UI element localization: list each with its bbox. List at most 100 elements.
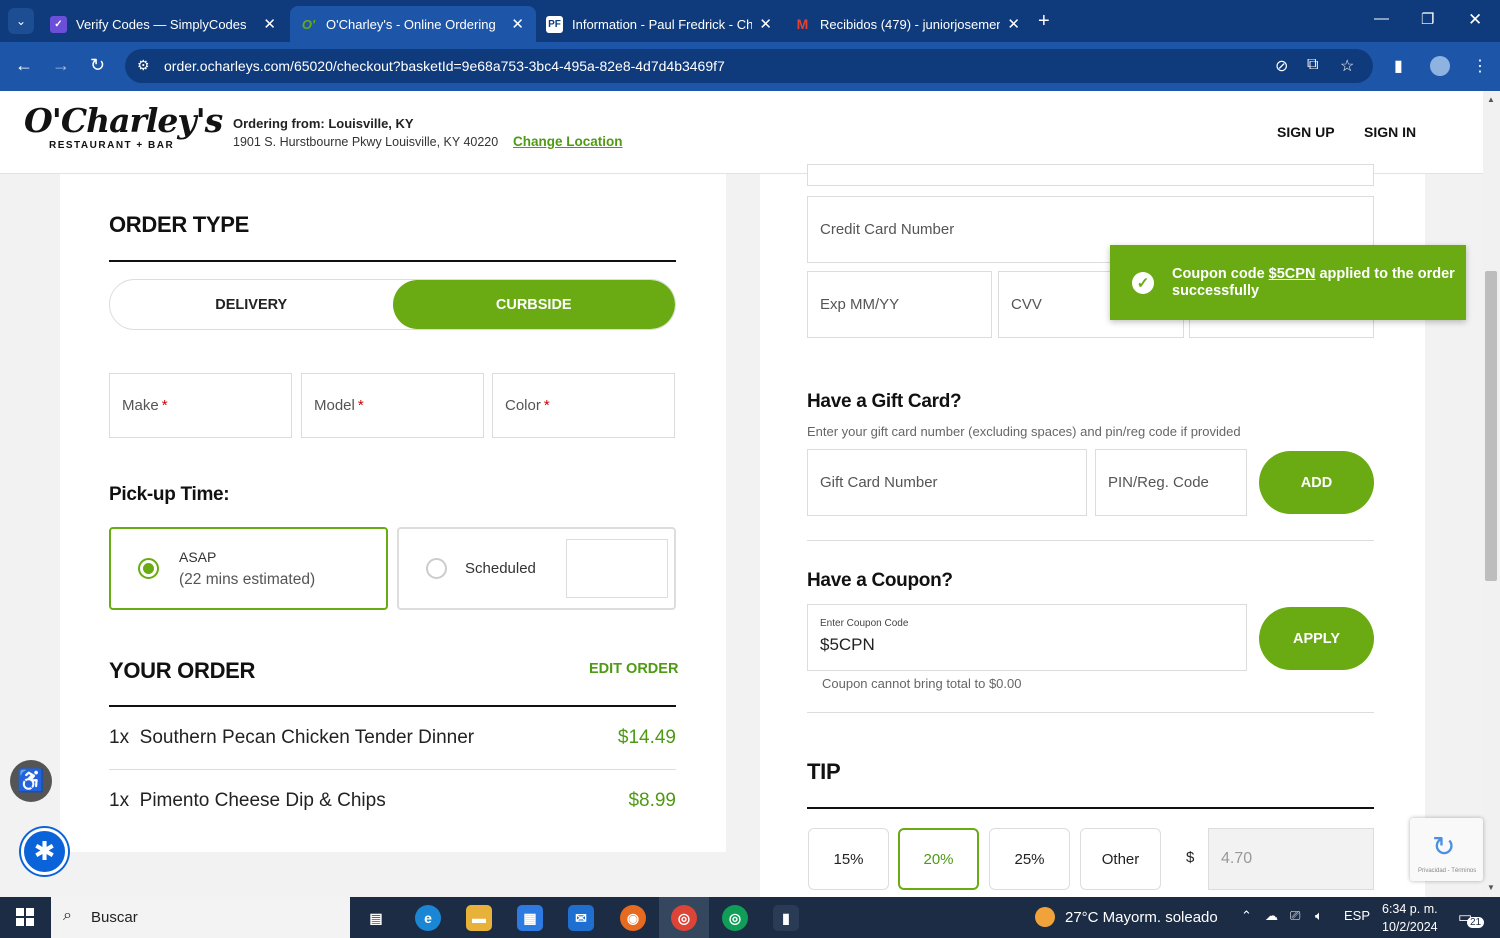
gift-card-pin-field[interactable]: PIN/Reg. Code <box>1095 449 1247 516</box>
onedrive-icon[interactable]: ☁ <box>1265 908 1278 924</box>
windows-start-icon[interactable] <box>16 908 34 926</box>
ocharleys-icon: O' <box>301 16 316 32</box>
reload-icon[interactable]: ↻ <box>90 55 105 76</box>
new-tab-icon[interactable]: + <box>1038 10 1050 33</box>
scroll-down-icon[interactable]: ▼ <box>1487 883 1495 892</box>
change-location-link[interactable]: Change Location <box>513 134 623 149</box>
your-order-title: YOUR ORDER <box>109 658 256 683</box>
app-icon[interactable]: ▮ <box>773 905 799 931</box>
language-indicator[interactable]: ESP <box>1344 908 1370 923</box>
scheduled-time-select[interactable] <box>566 539 668 598</box>
url-text: order.ocharleys.com/65020/checkout?baske… <box>164 58 725 74</box>
gift-card-title: Have a Gift Card? <box>807 391 962 412</box>
bookmark-star-icon[interactable]: ☆ <box>1340 56 1354 76</box>
exp-field[interactable]: Exp MM/YY <box>807 271 992 338</box>
pf-icon: PF <box>546 15 563 33</box>
make-placeholder: Make <box>122 397 159 414</box>
tray-chevron-icon[interactable]: ⌃ <box>1241 908 1252 924</box>
accessibility-widget-icon[interactable]: ♿ <box>10 760 52 802</box>
clock-date: 10/2/2024 <box>1382 920 1438 934</box>
chrome-icon[interactable]: ◎ <box>671 905 697 931</box>
apply-coupon-button[interactable]: APPLY <box>1259 607 1374 670</box>
gift-card-number-field[interactable]: Gift Card Number <box>807 449 1087 516</box>
edit-order-link[interactable]: EDIT ORDER <box>589 661 678 677</box>
tip-25-button[interactable]: 25% <box>989 828 1070 890</box>
side-panel-icon[interactable]: ▮ <box>1394 56 1403 76</box>
close-window-icon[interactable]: ✕ <box>1468 10 1482 30</box>
add-gift-card-button[interactable]: ADD <box>1259 451 1374 514</box>
previous-field[interactable] <box>807 164 1374 186</box>
ordering-from: Ordering from: Louisville, KY <box>233 116 414 131</box>
coupon-code-field[interactable]: Enter Coupon Code $5CPN <box>807 604 1247 671</box>
restore-icon[interactable]: ❐ <box>1421 10 1434 28</box>
menu-dots-icon[interactable]: ⋮ <box>1472 56 1488 76</box>
mail-icon[interactable]: ✉ <box>568 905 594 931</box>
tip-currency: $ <box>1186 849 1195 866</box>
close-icon[interactable]: ✕ <box>263 15 276 33</box>
url-field[interactable]: ⚙ order.ocharleys.com/65020/checkout?bas… <box>125 49 1373 83</box>
check-icon: ✓ <box>1132 272 1154 294</box>
task-view-icon[interactable]: ▤ <box>363 905 389 931</box>
asap-option[interactable]: ASAP (22 mins estimated) <box>109 527 388 610</box>
sign-in-link[interactable]: SIGN IN <box>1364 124 1416 140</box>
weather-widget[interactable]: 27°C Mayorm. soleado <box>1035 907 1218 927</box>
network-icon[interactable]: ⎚ <box>1290 908 1300 924</box>
close-icon[interactable]: ✕ <box>759 15 772 33</box>
notification-count: 21 <box>1467 917 1485 928</box>
order-item: 1x Southern Pecan Chicken Tender Dinner <box>109 727 474 749</box>
minimize-icon[interactable]: — <box>1374 10 1389 27</box>
close-icon[interactable]: ✕ <box>511 15 524 33</box>
tab-paul-fredrick[interactable]: PF Information - Paul Fredrick - Ch ✕ <box>536 6 784 42</box>
delivery-option[interactable]: DELIVERY <box>110 280 393 329</box>
tip-other-button[interactable]: Other <box>1080 828 1161 890</box>
profile-avatar[interactable] <box>1430 56 1450 76</box>
scroll-thumb[interactable] <box>1485 271 1497 581</box>
tab-search-icon[interactable]: ⌄ <box>8 8 34 34</box>
tip-20-button[interactable]: 20% <box>898 828 979 890</box>
curbside-option[interactable]: CURBSIDE <box>392 280 675 329</box>
pin-placeholder: PIN/Reg. Code <box>1108 474 1209 491</box>
coupon-value: $5CPN <box>820 635 875 654</box>
weather-sun-icon <box>1035 907 1055 927</box>
eye-off-icon[interactable]: ⊘ <box>1275 56 1288 76</box>
site-settings-icon[interactable]: ⚙ <box>137 57 150 74</box>
coupon-success-toast: ✓ Coupon code $5CPN applied to the order… <box>1110 245 1466 320</box>
close-icon[interactable]: ✕ <box>1007 15 1020 33</box>
asap-radio[interactable] <box>138 558 159 579</box>
recaptcha-icon: ↻ <box>1432 831 1456 862</box>
color-field[interactable]: Color * <box>492 373 675 438</box>
item-price: $8.99 <box>628 790 676 811</box>
scheduled-option[interactable]: Scheduled <box>397 527 676 610</box>
system-clock[interactable]: 6:34 p. m. 10/2/2024 <box>1382 900 1438 936</box>
sign-up-link[interactable]: SIGN UP <box>1277 124 1335 140</box>
accessibility-menu-icon[interactable]: ✱ <box>21 828 68 875</box>
item-name: Pimento Cheese Dip & Chips <box>139 790 386 811</box>
tab-simplycodes[interactable]: ✓ Verify Codes — SimplyCodes ✕ <box>40 6 288 42</box>
back-icon[interactable]: ← <box>15 55 33 76</box>
divider <box>109 769 676 770</box>
tip-amount-field[interactable]: 4.70 <box>1208 828 1374 890</box>
gift-card-placeholder: Gift Card Number <box>820 474 938 491</box>
recaptcha-badge[interactable]: ↻ Privacidad - Términos <box>1410 818 1483 881</box>
file-explorer-icon[interactable]: ▬ <box>466 905 492 931</box>
chrome-profile-icon[interactable]: ◎ <box>722 905 748 931</box>
firefox-icon[interactable]: ◉ <box>620 905 646 931</box>
edge-icon[interactable]: e <box>415 905 441 931</box>
tab-gmail[interactable]: M Recibidos (479) - juniorjosemen ✕ <box>784 6 1032 42</box>
store-icon[interactable]: ▦ <box>517 905 543 931</box>
divider <box>807 807 1374 809</box>
make-field[interactable]: Make * <box>109 373 292 438</box>
volume-icon[interactable]: 🔈︎ <box>1315 908 1323 924</box>
ocharleys-logo[interactable]: O'Charley's RESTAURANT + BAR <box>24 101 223 151</box>
exp-placeholder: Exp MM/YY <box>820 296 900 313</box>
page-scrollbar[interactable]: ▲ ▼ <box>1483 91 1500 897</box>
tab-ocharleys[interactable]: O' O'Charley's - Online Ordering ✕ <box>290 6 536 42</box>
scheduled-radio[interactable] <box>426 558 447 579</box>
forward-icon[interactable]: → <box>52 55 70 76</box>
divider <box>807 712 1374 713</box>
tip-15-button[interactable]: 15% <box>808 828 889 890</box>
translate-icon[interactable]: ⧉ <box>1307 56 1318 74</box>
scroll-up-icon[interactable]: ▲ <box>1487 95 1495 104</box>
model-field[interactable]: Model * <box>301 373 484 438</box>
taskbar-search[interactable]: ⌕ Buscar <box>51 897 350 938</box>
